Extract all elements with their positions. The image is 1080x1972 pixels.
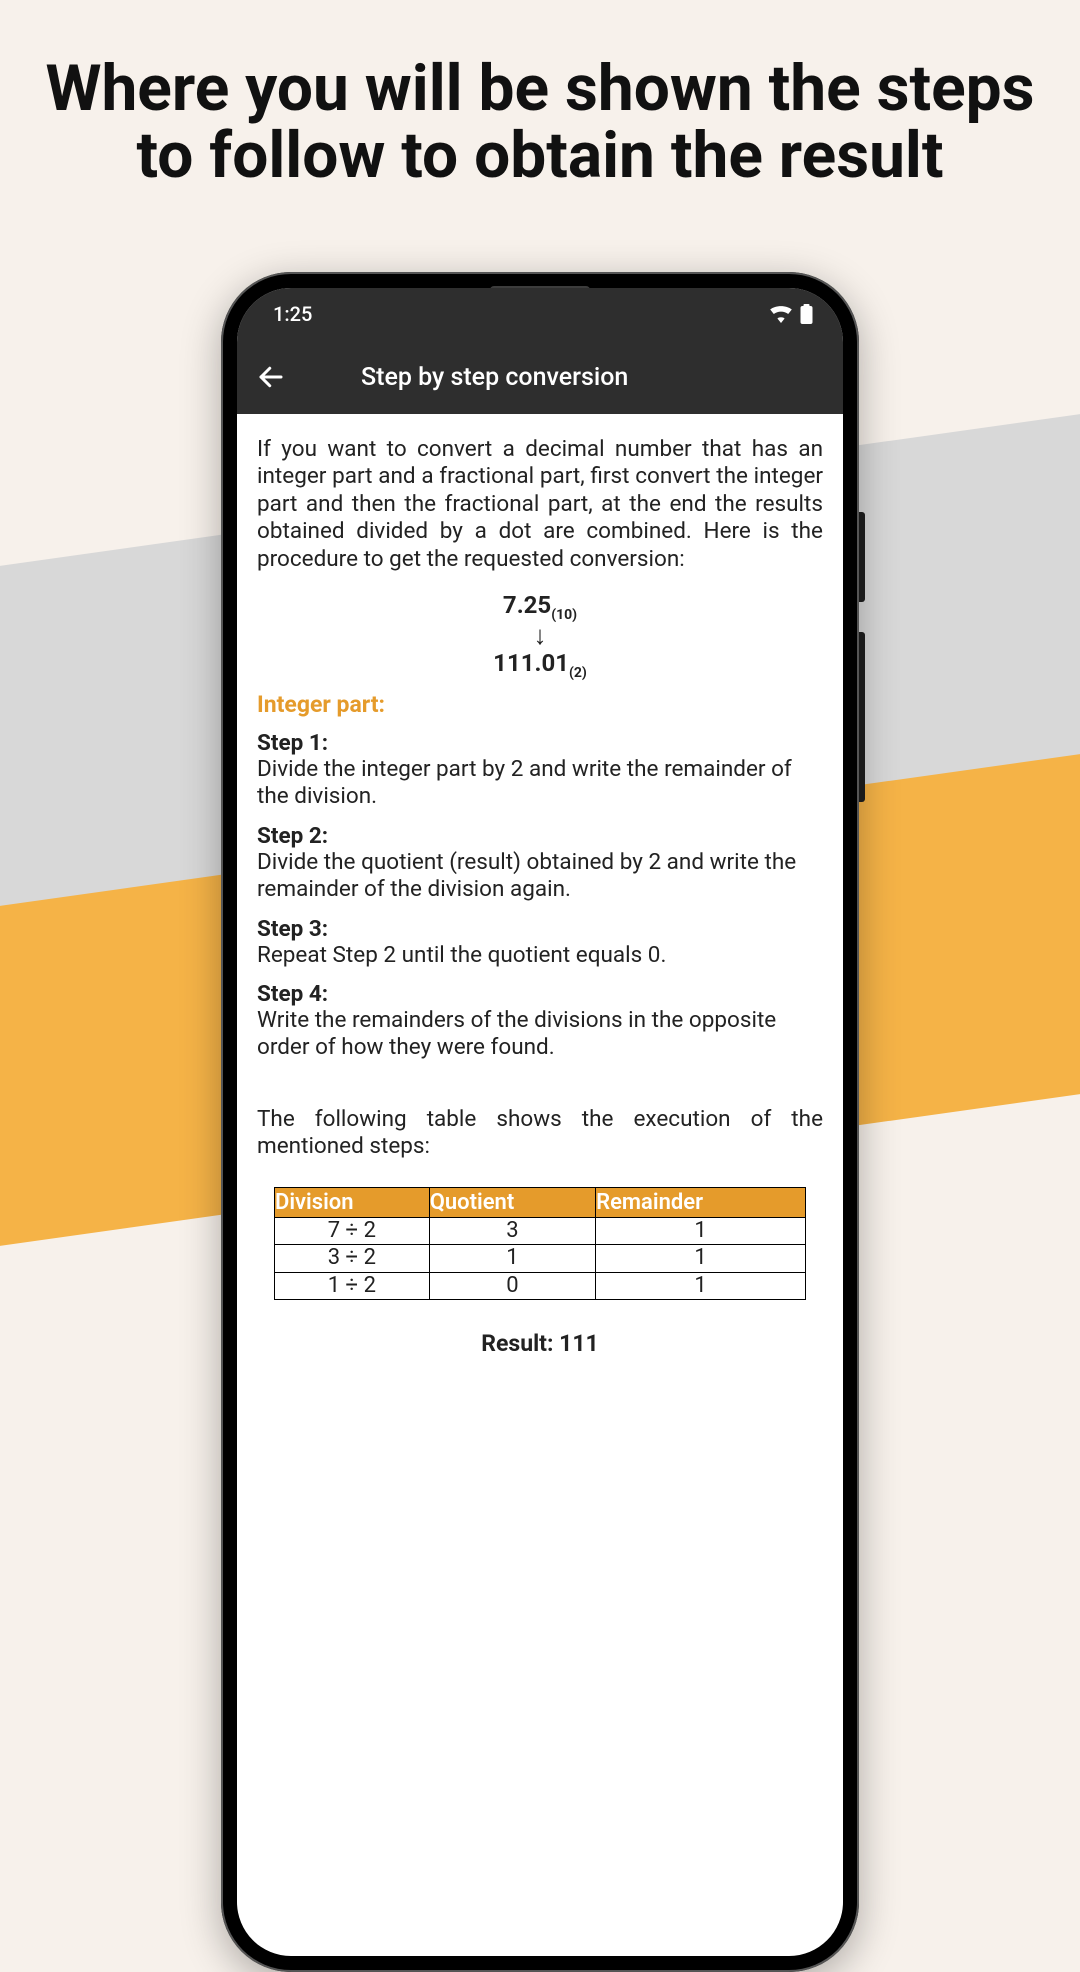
from-value: 7.25 bbox=[503, 591, 551, 619]
promo-headline: Where you will be shown the steps to fol… bbox=[0, 0, 1080, 229]
app-bar: Step by step conversion bbox=[237, 340, 843, 414]
intro-text: If you want to convert a decimal number … bbox=[257, 436, 823, 573]
step-label: Step 3: bbox=[257, 916, 823, 942]
integer-part-heading: Integer part: bbox=[257, 691, 823, 718]
table-row: 7 ÷ 2 3 1 bbox=[274, 1217, 805, 1244]
to-base: (2) bbox=[569, 665, 587, 681]
step-2: Step 2: Divide the quotient (result) obt… bbox=[257, 823, 823, 904]
step-text: Divide the quotient (result) obtained by… bbox=[257, 849, 823, 904]
back-button[interactable] bbox=[249, 355, 293, 399]
phone-power-button bbox=[859, 512, 865, 602]
division-table: Division Quotient Remainder 7 ÷ 2 3 1 3 … bbox=[274, 1187, 806, 1300]
col-remainder: Remainder bbox=[596, 1187, 806, 1217]
arrow-left-icon bbox=[256, 362, 286, 392]
phone-volume-button bbox=[859, 632, 865, 802]
step-3: Step 3: Repeat Step 2 until the quotient… bbox=[257, 916, 823, 969]
step-text: Write the remainders of the divisions in… bbox=[257, 1007, 823, 1062]
step-4: Step 4: Write the remainders of the divi… bbox=[257, 981, 823, 1062]
step-text: Divide the integer part by 2 and write t… bbox=[257, 756, 823, 811]
from-base: (10) bbox=[551, 607, 577, 623]
result-line: Result: 111 bbox=[257, 1330, 823, 1357]
content-scroll[interactable]: If you want to convert a decimal number … bbox=[237, 414, 843, 1956]
phone-frame: 1:25 Step by step conversion If you want… bbox=[221, 272, 859, 1972]
wifi-icon bbox=[770, 305, 792, 323]
arrow-down-icon: ↓ bbox=[257, 623, 823, 649]
status-time: 1:25 bbox=[273, 302, 312, 326]
step-label: Step 4: bbox=[257, 981, 823, 1007]
col-quotient: Quotient bbox=[429, 1187, 595, 1217]
step-text: Repeat Step 2 until the quotient equals … bbox=[257, 942, 823, 969]
battery-icon bbox=[800, 304, 813, 324]
table-intro: The following table shows the execution … bbox=[257, 1106, 823, 1161]
step-label: Step 2: bbox=[257, 823, 823, 849]
status-bar: 1:25 bbox=[237, 288, 843, 340]
conversion-display: 7.25(10) ↓ 111.01(2) bbox=[257, 591, 823, 681]
step-1: Step 1: Divide the integer part by 2 and… bbox=[257, 730, 823, 811]
to-value: 111.01 bbox=[493, 649, 569, 677]
col-division: Division bbox=[274, 1187, 429, 1217]
phone-screen: 1:25 Step by step conversion If you want… bbox=[237, 288, 843, 1956]
table-row: 3 ÷ 2 1 1 bbox=[274, 1245, 805, 1272]
app-bar-title: Step by step conversion bbox=[331, 363, 831, 392]
table-row: 1 ÷ 2 0 1 bbox=[274, 1272, 805, 1299]
step-label: Step 1: bbox=[257, 730, 823, 756]
